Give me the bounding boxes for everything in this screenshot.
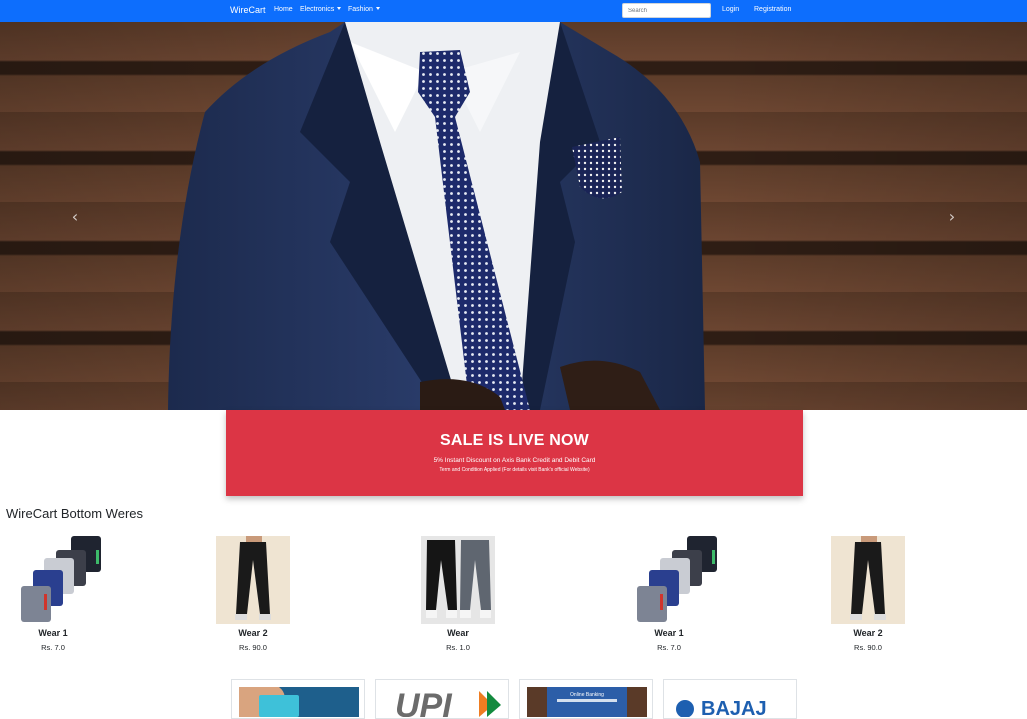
- search-input[interactable]: [622, 3, 711, 18]
- product-image[interactable]: [632, 536, 717, 624]
- product-image[interactable]: [421, 536, 495, 624]
- section-title: WireCart Bottom Weres: [6, 506, 144, 521]
- product-image[interactable]: [16, 536, 101, 624]
- sale-banner: SALE IS LIVE NOW 5% Instant Discount on …: [226, 410, 803, 496]
- product-card[interactable]: Wear 1 Rs. 7.0: [619, 536, 719, 652]
- nav-fashion-dropdown[interactable]: Fashion: [348, 6, 380, 13]
- login-link[interactable]: Login: [722, 6, 739, 13]
- product-price: Rs. 7.0: [41, 643, 65, 652]
- upi-logo-image: UPI: [383, 687, 503, 717]
- nav-fashion-label: Fashion: [348, 6, 373, 13]
- bajaj-logo-text: BAJAJ: [701, 698, 767, 717]
- product-name[interactable]: Wear 2: [203, 628, 303, 638]
- product-card[interactable]: Wear 2 Rs. 90.0: [818, 536, 918, 652]
- registration-link[interactable]: Registration: [754, 6, 791, 13]
- chevron-right-icon: ›: [948, 207, 956, 226]
- product-name[interactable]: Wear 1: [3, 628, 103, 638]
- product-card[interactable]: Wear Rs. 1.0: [408, 536, 508, 652]
- sale-terms: Term and Condition Applied (For details …: [439, 467, 590, 473]
- suit-man-image: [168, 22, 705, 410]
- carousel-prev-button[interactable]: ‹: [65, 207, 85, 227]
- nav-electronics-label: Electronics: [300, 6, 335, 13]
- product-price: Rs. 7.0: [657, 643, 681, 652]
- product-card[interactable]: Wear 1 Rs. 7.0: [3, 536, 103, 652]
- card-payment-image: [239, 687, 359, 717]
- bajaj-logo-image: BAJAJ: [671, 687, 791, 717]
- online-banking-image: Online Banking: [527, 687, 647, 717]
- sale-subtitle: 5% Instant Discount on Axis Bank Credit …: [433, 457, 596, 464]
- product-name[interactable]: Wear: [408, 628, 508, 638]
- nav-home-link[interactable]: Home: [274, 6, 293, 13]
- product-price: Rs. 1.0: [446, 643, 470, 652]
- navbar: WireCart Home Electronics Fashion Login …: [0, 0, 1027, 22]
- upi-logo-text: UPI: [395, 687, 453, 717]
- caret-down-icon: [337, 7, 342, 10]
- nav-electronics-dropdown[interactable]: Electronics: [300, 6, 342, 13]
- product-image[interactable]: [216, 536, 290, 624]
- product-name[interactable]: Wear 2: [818, 628, 918, 638]
- payment-card-upi[interactable]: UPI: [375, 679, 509, 719]
- product-price: Rs. 90.0: [854, 643, 882, 652]
- product-price: Rs. 90.0: [239, 643, 267, 652]
- caret-down-icon: [375, 7, 380, 10]
- product-name[interactable]: Wear 1: [619, 628, 719, 638]
- product-card[interactable]: Wear 2 Rs. 90.0: [203, 536, 303, 652]
- payment-card-bajaj[interactable]: BAJAJ: [663, 679, 797, 719]
- product-image[interactable]: [831, 536, 905, 624]
- carousel-next-button[interactable]: ›: [942, 207, 962, 227]
- hero-carousel: ‹ ›: [0, 22, 1027, 410]
- payment-card-netbanking[interactable]: Online Banking: [519, 679, 653, 719]
- brand-link[interactable]: WireCart: [230, 5, 266, 15]
- online-banking-text: Online Banking: [570, 692, 604, 698]
- chevron-left-icon: ‹: [71, 207, 79, 226]
- sale-title: SALE IS LIVE NOW: [440, 432, 589, 449]
- payment-card-credit[interactable]: [231, 679, 365, 719]
